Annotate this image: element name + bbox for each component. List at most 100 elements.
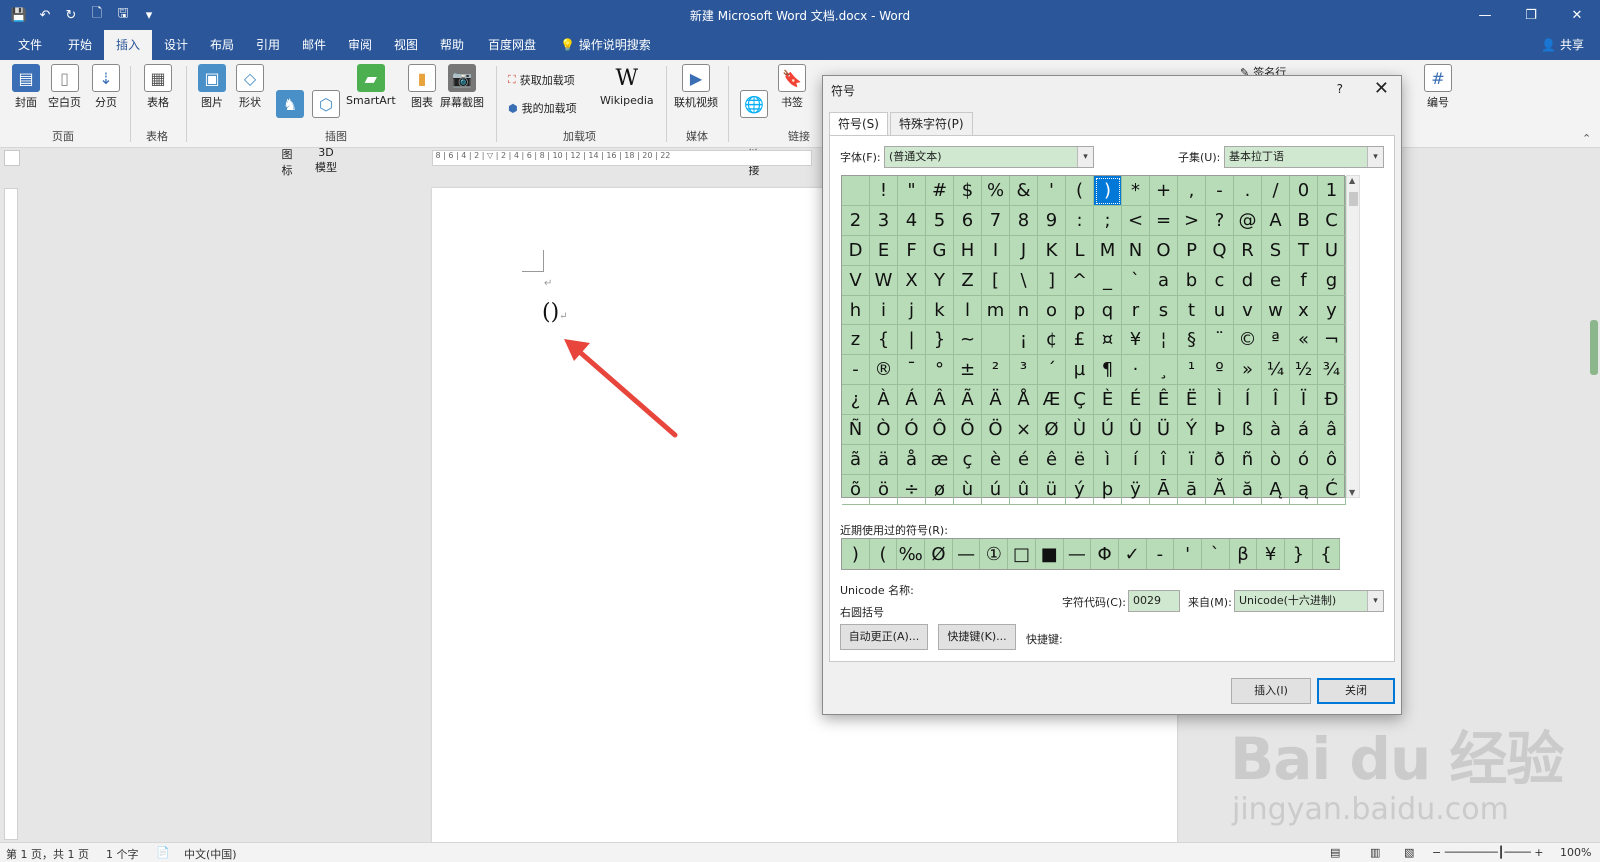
symbol-cell[interactable]: m (982, 295, 1010, 326)
pictures-button[interactable]: ▣ 图片 (198, 64, 226, 110)
subset-select[interactable]: 基本拉丁语 ▾ (1224, 146, 1384, 168)
symbol-cell[interactable]: 8 (1010, 205, 1038, 236)
symbol-cell[interactable]: | (898, 325, 926, 356)
symbol-cell[interactable]: « (1290, 325, 1318, 356)
symbol-cell[interactable]: R (1234, 235, 1262, 266)
symbol-cell[interactable]: º (1206, 355, 1234, 386)
symbol-cell[interactable]: ¶ (1094, 355, 1122, 386)
symbol-cell[interactable]: ¹ (1178, 355, 1206, 386)
symbol-cell[interactable]: ? (1206, 205, 1234, 236)
symbol-cell[interactable]: ( (1066, 176, 1094, 206)
symbol-cell[interactable]: ¨ (1206, 325, 1234, 356)
symbol-cell[interactable]: H (954, 235, 982, 266)
symbol-cell[interactable]: = (1150, 205, 1178, 236)
symbol-cell[interactable]: þ (1094, 474, 1122, 505)
symbol-cell[interactable]: } (926, 325, 954, 356)
recent-symbol-cell[interactable]: — (953, 539, 981, 569)
symbol-cell[interactable]: { (870, 325, 898, 356)
recent-symbol-cell[interactable]: ) (842, 539, 870, 569)
symbol-cell[interactable]: ¡ (1010, 325, 1038, 356)
symbol-cell[interactable]: ¿ (842, 385, 870, 416)
symbol-cell[interactable]: - (842, 355, 870, 386)
symbol-cell[interactable]: Û (1122, 415, 1150, 446)
font-select[interactable]: (普通文本) ▾ (884, 146, 1094, 168)
web-layout-icon[interactable]: ▧ (1404, 846, 1414, 859)
symbol-cell[interactable]: õ (842, 474, 870, 505)
symbol-cell[interactable]: ¢ (1038, 325, 1066, 356)
symbol-cell[interactable]: Á (898, 385, 926, 416)
symbol-cell[interactable]: * (1122, 176, 1150, 206)
recent-symbol-cell[interactable]: ‰ (897, 539, 926, 569)
symbol-cell[interactable]: q (1094, 295, 1122, 326)
symbol-cell[interactable]: î (1150, 445, 1178, 475)
symbol-cell[interactable]: © (1234, 325, 1262, 356)
symbol-cell[interactable]: Ï (1290, 385, 1318, 416)
symbol-cell[interactable]: Ą (1262, 474, 1290, 505)
vertical-ruler[interactable] (4, 188, 18, 840)
symbol-cell[interactable]: b (1178, 265, 1206, 296)
symbol-cell[interactable]: Ü (1150, 415, 1178, 446)
symbol-cell[interactable]: ¯ (898, 355, 926, 386)
symbol-cell[interactable]: ] (1038, 265, 1066, 296)
from-select[interactable]: Unicode(十六进制) ▾ (1234, 590, 1384, 612)
symbol-cell[interactable]: ó (1290, 445, 1318, 475)
recent-symbol-cell[interactable]: ✓ (1119, 539, 1147, 569)
symbol-cell[interactable]: t (1178, 295, 1206, 326)
symbol-cell[interactable]: ê (1038, 445, 1066, 475)
symbol-cell[interactable]: Ô (926, 415, 954, 446)
symbol-cell[interactable]: 6 (954, 205, 982, 236)
symbol-cell[interactable]: # (926, 176, 954, 206)
symbol-cell[interactable]: O (1150, 235, 1178, 266)
symbol-cell[interactable]: ' (1038, 176, 1066, 206)
recent-symbol-cell[interactable]: β (1230, 539, 1258, 569)
autocorrect-button[interactable]: 自动更正(A)... (840, 624, 928, 650)
tab-special-characters[interactable]: 特殊字符(P) (889, 112, 973, 136)
recent-symbol-cell[interactable]: ( (870, 539, 898, 569)
symbol-cell[interactable]: j (898, 295, 926, 326)
smartart-button[interactable]: ▰ SmartArt (346, 64, 396, 107)
symbol-cell[interactable]: ® (870, 355, 898, 386)
symbol-cell[interactable]: · (1122, 355, 1150, 386)
symbol-cell[interactable]: ç (954, 445, 982, 475)
symbol-cell[interactable]: [ (982, 265, 1010, 296)
recent-symbols-row[interactable]: )(‰ Ø — ① □ ■ — Φ ✓ - ' ` β ¥}{ (841, 538, 1341, 570)
symbol-grid[interactable]: ! " # $% & '() * +, -./0 1 2 3 4 5 6 7 8 9:; < = >? @ A B C D E F G H… (841, 175, 1346, 505)
close-button[interactable]: 关闭 (1317, 678, 1395, 704)
symbol-cell[interactable]: ô (1318, 445, 1346, 475)
symbol-cell[interactable]: Ê (1150, 385, 1178, 416)
symbol-cell[interactable]: Å (1010, 385, 1038, 416)
symbol-cell[interactable]: / (1262, 176, 1290, 206)
symbol-cell[interactable]: Ì (1206, 385, 1234, 416)
symbol-cell[interactable]: g (1318, 265, 1346, 296)
symbol-cell[interactable]: ¥ (1122, 325, 1150, 356)
tab-insert[interactable]: 插入 (104, 30, 153, 60)
symbol-cell[interactable]: ± (954, 355, 982, 386)
symbol-cell[interactable]: F (898, 235, 926, 266)
symbol-cell[interactable]: c (1206, 265, 1234, 296)
symbol-cell[interactable]: B (1290, 205, 1318, 236)
scroll-up-icon[interactable]: ▲ (1349, 176, 1355, 185)
symbol-cell[interactable]: y (1318, 295, 1346, 326)
screenshot-button[interactable]: 📷 屏幕截图 (440, 64, 484, 110)
symbol-cell[interactable]: V (842, 265, 870, 296)
symbol-cell[interactable]: T (1290, 235, 1318, 266)
symbol-cell[interactable]: ª (1262, 325, 1290, 356)
symbol-cell[interactable]: ¦ (1150, 325, 1178, 356)
symbol-cell[interactable]: ¾ (1318, 355, 1346, 386)
tab-selector[interactable] (4, 150, 20, 166)
symbol-cell[interactable]: N (1122, 235, 1150, 266)
symbol-cell[interactable]: ³ (1010, 355, 1038, 386)
symbol-cell[interactable]: È (1094, 385, 1122, 416)
symbol-cell[interactable]: K (1038, 235, 1066, 266)
symbol-cell[interactable]: X (898, 265, 926, 296)
symbol-cell[interactable]: à (1262, 415, 1290, 446)
symbol-cell[interactable]: & (1010, 176, 1038, 206)
symbol-cell[interactable]: ! (870, 176, 898, 206)
symbol-cell[interactable]: 1 (1318, 176, 1346, 206)
symbol-cell[interactable]: W (870, 265, 898, 296)
symbol-cell[interactable]: » (1234, 355, 1262, 386)
symbol-cell[interactable]: å (898, 445, 926, 475)
symbol-cell[interactable]: 3 (870, 205, 898, 236)
numbering-button[interactable]: # 编号 (1424, 64, 1452, 110)
symbol-cell[interactable]: ð (1206, 445, 1234, 475)
